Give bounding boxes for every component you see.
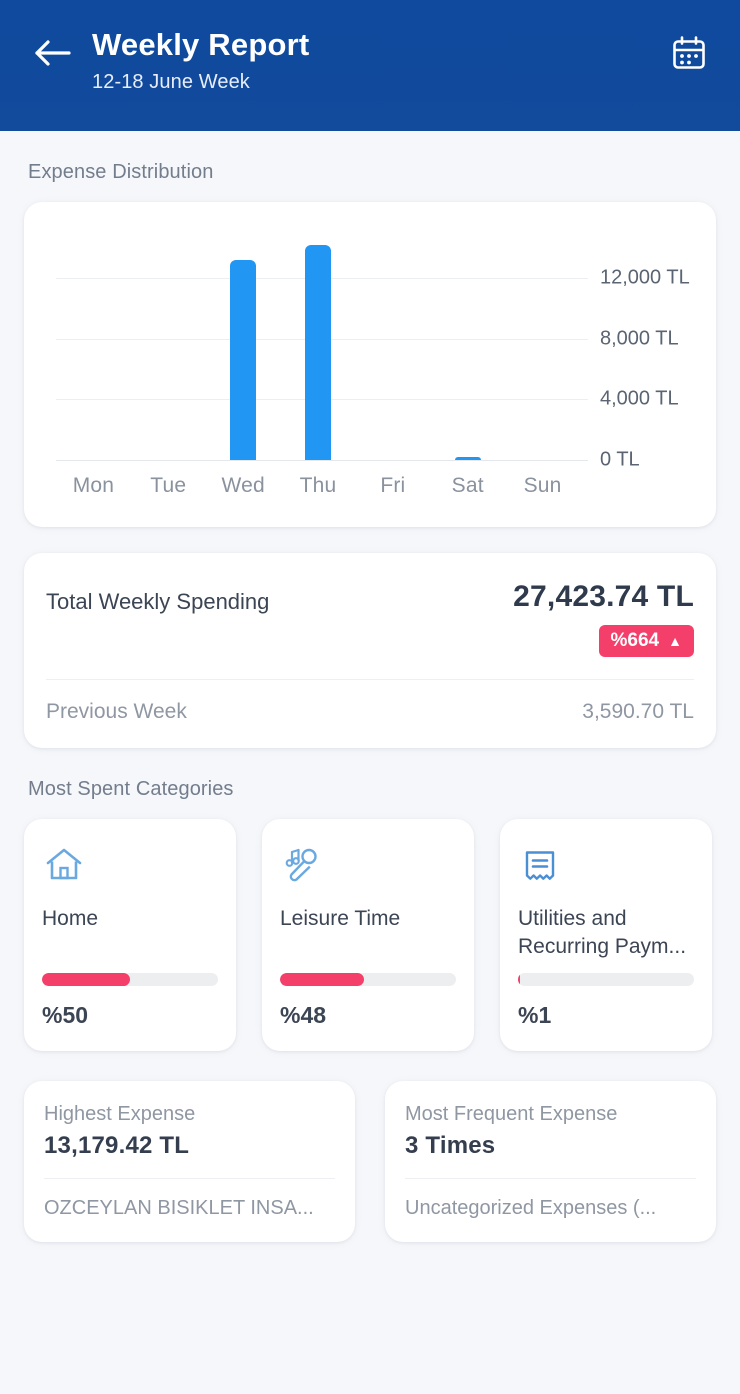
chart-x-axis: Mon Tue Wed Thu Fri Sat Sun bbox=[56, 474, 580, 498]
chart-bars bbox=[56, 230, 580, 460]
previous-week-amount: 3,590.70 TL bbox=[582, 700, 694, 723]
category-name: Utilities and Recurring Paym... bbox=[518, 907, 687, 958]
page-title: Weekly Report bbox=[92, 27, 310, 62]
chart-x-tick-label: Sun bbox=[523, 474, 562, 497]
stat-value: 3 Times bbox=[405, 1132, 496, 1159]
home-icon bbox=[42, 841, 218, 889]
arrow-left-icon bbox=[34, 37, 72, 74]
receipt-icon bbox=[518, 841, 694, 889]
chart-bar-column[interactable] bbox=[131, 230, 206, 460]
chart-bar[interactable] bbox=[230, 259, 257, 460]
music-microphone-icon bbox=[280, 841, 456, 889]
category-card[interactable]: Utilities and Recurring Paym... %1 bbox=[500, 819, 712, 1051]
chart-bar-column[interactable] bbox=[206, 230, 281, 460]
category-progress-wrap: %50 bbox=[42, 973, 218, 1051]
stat-card[interactable]: Highest Expense 13,179.42 TL OZCEYLAN BISI… bbox=[24, 1081, 355, 1242]
chart-x-tick-label: Wed bbox=[221, 474, 265, 497]
category-percent: %50 bbox=[42, 1002, 89, 1028]
total-weekly-spending-card: Total Weekly Spending 27,423.74 TL %664 … bbox=[24, 553, 716, 748]
chart-bar-column[interactable] bbox=[56, 230, 131, 460]
chart-y-tick-label: 12,000 TL bbox=[600, 266, 690, 289]
chart-bar-column[interactable] bbox=[281, 230, 356, 460]
expense-distribution-chart-card: 12,000 TL 8,000 TL 4,000 TL 0 TL Mon Tue Wed T… bbox=[24, 202, 716, 527]
progress-fill bbox=[518, 973, 520, 986]
chart-bar-column[interactable] bbox=[430, 230, 505, 460]
total-spending-amount: 27,423.74 TL bbox=[513, 580, 694, 613]
chart-bar[interactable] bbox=[305, 245, 331, 460]
header-titles: Weekly Report 12-18 June Week bbox=[92, 26, 662, 96]
stat-description: OZCEYLAN BISIKLET INSA... bbox=[44, 1197, 314, 1219]
section-title-expense-distribution: Expense Distribution bbox=[28, 161, 214, 183]
stat-card-list: Highest Expense 13,179.42 TL OZCEYLAN BISI… bbox=[24, 1081, 716, 1242]
chart-gridline bbox=[56, 460, 588, 461]
section-title-most-spent-categories: Most Spent Categories bbox=[28, 778, 234, 800]
category-progress-wrap: %48 bbox=[280, 973, 456, 1051]
category-percent: %1 bbox=[518, 1002, 552, 1028]
stat-label: Highest Expense bbox=[44, 1103, 196, 1125]
stat-card[interactable]: Most Frequent Expense 3 Times Uncategorize… bbox=[385, 1081, 716, 1242]
status-badge: %664 ▲ bbox=[598, 625, 694, 657]
chart-y-tick-label: 0 TL bbox=[600, 448, 640, 471]
chart-plot-area: 12,000 TL 8,000 TL 4,000 TL 0 TL bbox=[56, 230, 690, 471]
category-card-list: Home %50 Leisure Time %48 Utilities and Recu… bbox=[24, 819, 716, 1051]
category-card[interactable]: Leisure Time %48 bbox=[262, 819, 474, 1051]
page-subtitle: 12-18 June Week bbox=[92, 71, 250, 93]
category-progress-wrap: %1 bbox=[518, 973, 694, 1051]
stat-description: Uncategorized Expenses (... bbox=[405, 1197, 657, 1219]
category-name: Home bbox=[42, 907, 99, 930]
delta-percent-label: %664 bbox=[610, 630, 660, 651]
back-button[interactable] bbox=[28, 30, 78, 80]
chart-x-tick-label: Sat bbox=[451, 474, 484, 497]
chart-x-tick-label: Thu bbox=[299, 474, 337, 497]
progress-fill bbox=[280, 973, 365, 986]
progress-fill bbox=[42, 973, 130, 986]
category-card[interactable]: Home %50 bbox=[24, 819, 236, 1051]
chart-bar[interactable] bbox=[454, 456, 481, 460]
calendar-button[interactable] bbox=[662, 28, 716, 82]
progress-track bbox=[42, 973, 218, 986]
chart-x-tick-label: Mon bbox=[72, 474, 115, 497]
stat-value: 13,179.42 TL bbox=[44, 1132, 190, 1159]
stat-label: Most Frequent Expense bbox=[405, 1103, 618, 1125]
calendar-icon bbox=[669, 33, 709, 78]
progress-track bbox=[280, 973, 456, 986]
triangle-up-icon: ▲ bbox=[668, 633, 682, 649]
previous-week-label: Previous Week bbox=[46, 700, 187, 723]
chart-x-tick-label: Tue bbox=[150, 474, 187, 497]
category-percent: %48 bbox=[280, 1002, 327, 1028]
total-spending-label: Total Weekly Spending bbox=[46, 589, 270, 614]
chart-y-tick-label: 4,000 TL bbox=[600, 387, 679, 410]
app-header: Weekly Report 12-18 June Week bbox=[0, 0, 740, 131]
chart-bar-column[interactable] bbox=[355, 230, 430, 460]
category-name: Leisure Time bbox=[280, 907, 401, 930]
chart-bar-column[interactable] bbox=[505, 230, 580, 460]
chart-x-tick-label: Fri bbox=[380, 474, 406, 497]
report-content: Expense Distribution 12,000 TL 8,000 TL 4,… bbox=[0, 161, 740, 1242]
progress-track bbox=[518, 973, 694, 986]
chart-y-tick-label: 8,000 TL bbox=[600, 327, 679, 350]
